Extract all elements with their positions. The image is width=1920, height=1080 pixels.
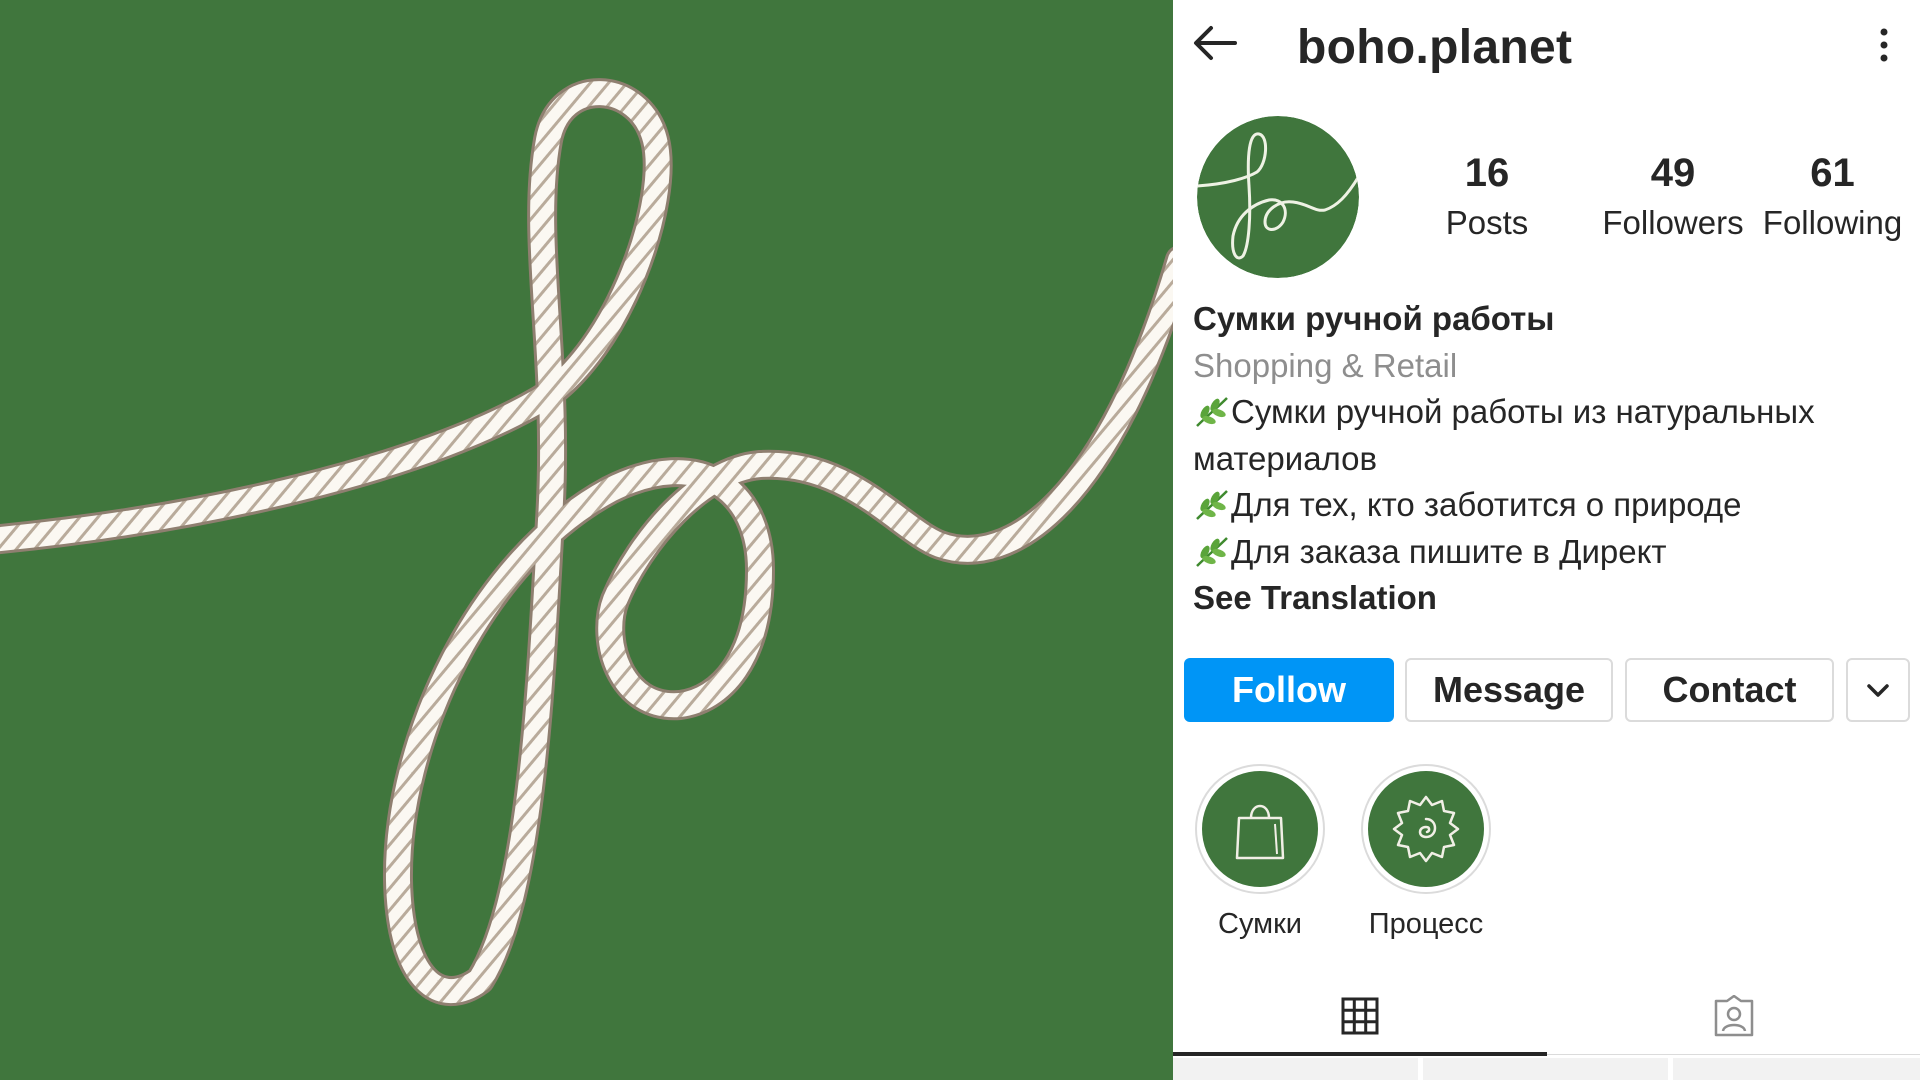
highlight-cover	[1202, 771, 1318, 887]
follow-button[interactable]: Follow	[1184, 658, 1394, 722]
avatar-logo	[1197, 116, 1359, 278]
back-button[interactable]	[1191, 20, 1241, 66]
contact-button[interactable]: Contact	[1625, 658, 1834, 722]
stat-followers[interactable]: 49 Followers	[1573, 148, 1773, 248]
active-tab-indicator	[1173, 1052, 1547, 1056]
see-translation-link[interactable]: See Translation	[1193, 575, 1908, 622]
tabs-divider	[1547, 1054, 1920, 1055]
tagged-user-icon	[1714, 995, 1753, 1037]
highlight-process[interactable]: Процесс	[1341, 764, 1511, 944]
post-thumbnail[interactable]	[1673, 1058, 1920, 1080]
posts-count: 16	[1464, 151, 1510, 195]
bio-line-3: Для заказа пишите в Директ	[1193, 529, 1908, 576]
profile-avatar[interactable]	[1197, 116, 1359, 278]
gear-icon	[1392, 795, 1460, 863]
profile-panel: boho.planet 16 Posts 49 Followers 61 Fol…	[1173, 0, 1920, 1080]
herb-leaf-icon	[1196, 536, 1228, 567]
vertical-dots-icon	[1880, 28, 1888, 62]
highlight-bags[interactable]: Сумки	[1175, 764, 1345, 944]
followers-label: Followers	[1602, 204, 1744, 241]
herb-leaf-icon	[1196, 397, 1228, 427]
bio-line-2: Для тех, кто заботится о природе	[1193, 482, 1908, 529]
highlight-label: Сумки	[1218, 908, 1302, 940]
herb-leaf-icon	[1196, 490, 1228, 520]
profile-username: boho.planet	[1297, 21, 1573, 74]
chevron-down-icon	[1867, 684, 1889, 697]
following-count: 61	[1810, 151, 1855, 195]
profile-display-name: Сумки ручной работы	[1193, 300, 1555, 337]
rope-script-artwork	[0, 78, 1173, 1006]
stat-following[interactable]: 61 Following	[1745, 148, 1920, 248]
suggested-accounts-button[interactable]	[1846, 658, 1910, 722]
profile-tabs	[1173, 976, 1920, 1056]
arrow-left-icon	[1194, 26, 1237, 60]
posts-label: Posts	[1445, 204, 1529, 241]
bio-line-3-text: Для заказа пишите в Директ	[1231, 532, 1667, 570]
bio-line-1-text: Сумки ручной работы из натуральных матер…	[1193, 393, 1815, 477]
following-label: Following	[1762, 204, 1903, 241]
grid-icon	[1341, 997, 1379, 1035]
profile-category: Shopping & Retail	[1193, 346, 1458, 384]
stat-posts[interactable]: 16 Posts	[1417, 148, 1557, 248]
followers-count: 49	[1650, 151, 1696, 195]
profile-bio: Сумки ручной работы Shopping & Retail Су…	[1193, 296, 1908, 622]
bio-line-1: Сумки ручной работы из натуральных матер…	[1193, 389, 1908, 482]
post-thumbnail[interactable]	[1173, 1058, 1418, 1080]
post-thumbnail[interactable]	[1423, 1058, 1668, 1080]
post-artwork	[0, 0, 1173, 1080]
highlight-ring	[1195, 764, 1325, 894]
bio-line-2-text: Для тех, кто заботится о природе	[1231, 486, 1742, 523]
highlight-ring	[1361, 764, 1491, 894]
more-options-button[interactable]	[1859, 20, 1909, 70]
message-button[interactable]: Message	[1405, 658, 1613, 722]
tab-tagged[interactable]	[1547, 976, 1920, 1056]
tab-posts-grid[interactable]	[1173, 976, 1547, 1056]
highlight-label: Процесс	[1368, 908, 1484, 940]
shopping-bag-icon	[1235, 804, 1285, 860]
highlight-cover	[1368, 771, 1484, 887]
top-bar: boho.planet	[1173, 0, 1920, 98]
